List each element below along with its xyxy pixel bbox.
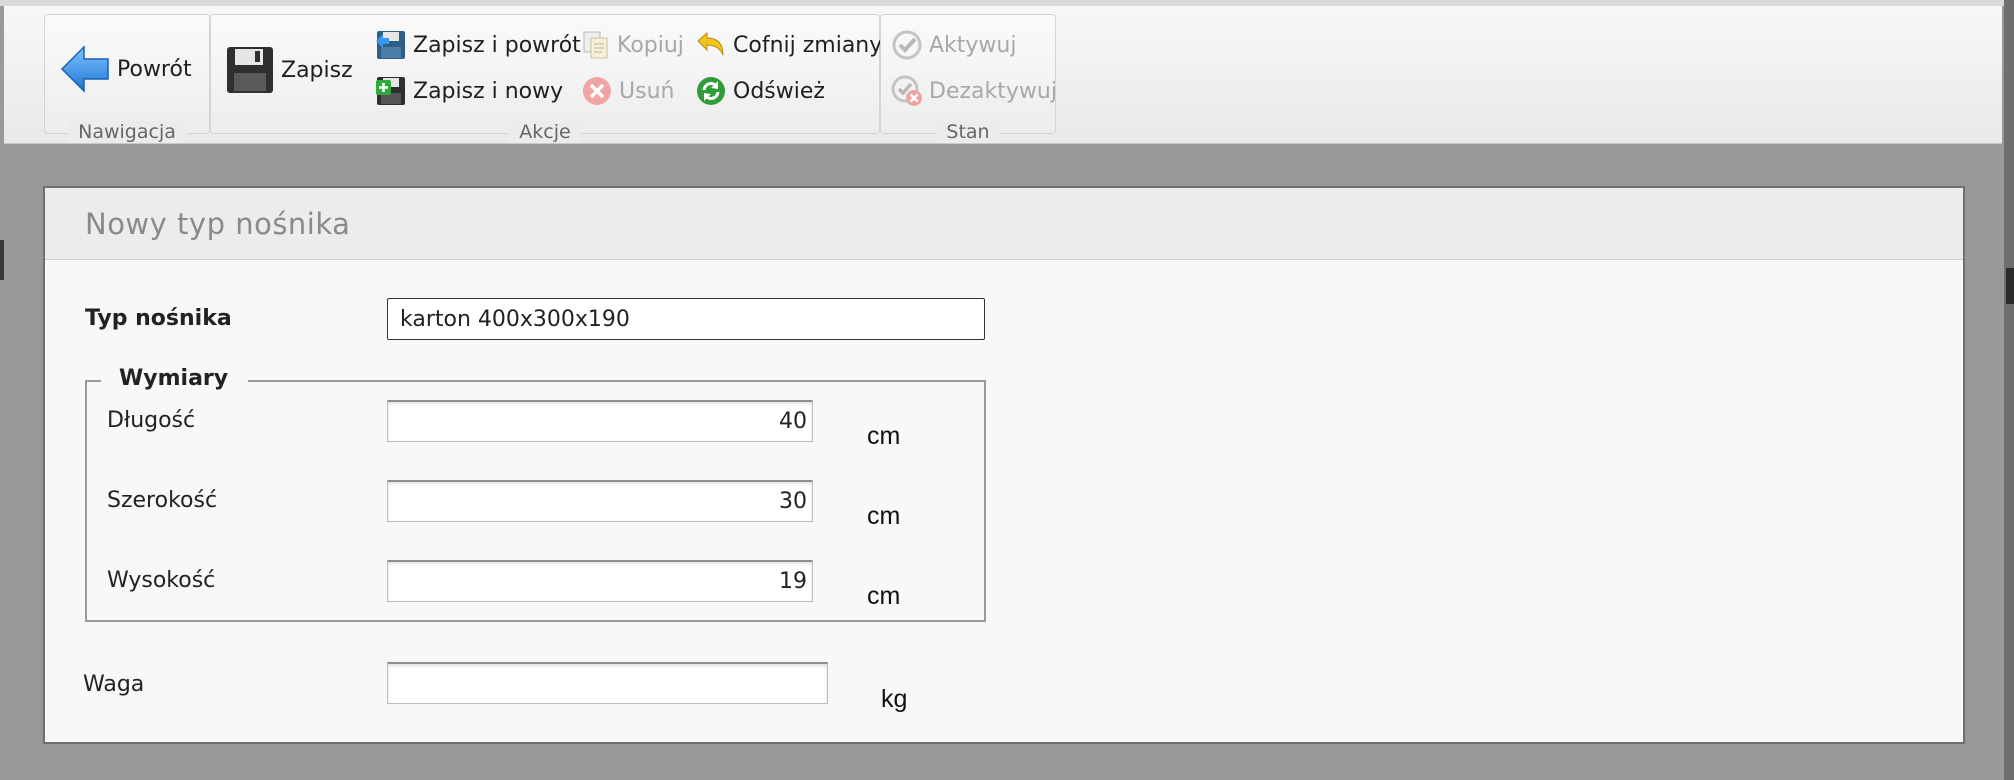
save-button-label: Zapisz	[281, 57, 353, 83]
back-arrow-icon	[60, 45, 109, 93]
ribbon-group-navigation: Powrót Nawigacja	[44, 14, 210, 143]
floppy-disk-icon	[227, 47, 273, 93]
save-and-new-button[interactable]: Zapisz i nowy	[375, 75, 563, 107]
background-mark	[0, 240, 4, 280]
ribbon-group-state: Aktywuj Dezaktywuj Stan	[880, 14, 1057, 143]
activate-label: Aktywuj	[929, 32, 1017, 58]
activate-icon	[892, 30, 922, 60]
save-and-new-label: Zapisz i nowy	[413, 78, 564, 104]
back-button[interactable]: Powrót	[59, 43, 192, 95]
save-and-back-icon	[376, 31, 405, 59]
weight-label: Waga	[83, 672, 145, 697]
deactivate-button[interactable]: Dezaktywuj	[891, 75, 1057, 107]
save-and-back-label: Zapisz i powrót	[413, 32, 581, 58]
save-button[interactable]: Zapisz	[225, 45, 353, 95]
save-and-new-icon	[376, 77, 405, 105]
dimensions-legend: Wymiary	[101, 366, 249, 391]
copy-button[interactable]: Kopiuj	[581, 29, 684, 61]
copy-label: Kopiuj	[617, 32, 684, 58]
carrier-type-label: Typ nośnika	[85, 306, 232, 331]
form-panel: Nowy typ nośnika Typ nośnika karton 400x…	[43, 186, 1965, 744]
delete-button[interactable]: Usuń	[581, 75, 674, 107]
undo-icon	[697, 31, 724, 56]
delete-icon	[583, 77, 611, 105]
weight-unit: kg	[881, 685, 908, 713]
deactivate-icon	[891, 75, 922, 106]
undo-changes-button[interactable]: Cofnij zmiany	[695, 29, 882, 61]
height-label: Wysokość	[107, 568, 216, 593]
length-input[interactable]: 40	[387, 400, 813, 442]
activate-button[interactable]: Aktywuj	[891, 29, 1016, 61]
height-unit: cm	[867, 582, 901, 610]
length-label: Długość	[107, 408, 196, 433]
group-label-navigation: Nawigacja	[45, 121, 209, 143]
refresh-icon	[697, 77, 725, 105]
group-label-state: Stan	[881, 121, 1055, 143]
delete-label: Usuń	[619, 78, 675, 104]
undo-changes-label: Cofnij zmiany	[733, 32, 883, 58]
panel-header: Nowy typ nośnika	[45, 188, 1963, 260]
back-button-label: Powrót	[117, 56, 192, 82]
ribbon-toolbar: Powrót Nawigacja Zapisz Zapisz i powrót	[4, 6, 2002, 144]
weight-input[interactable]	[387, 662, 828, 704]
width-input[interactable]: 30	[387, 480, 813, 522]
ribbon-group-actions: Zapisz Zapisz i powrót Zapisz i nowy Kop…	[210, 14, 882, 143]
page-title: Nowy typ nośnika	[85, 206, 351, 241]
background-mark	[2006, 268, 2014, 304]
copy-icon	[583, 31, 608, 59]
carrier-type-input[interactable]: karton 400x300x190	[387, 298, 985, 340]
width-label: Szerokość	[107, 488, 218, 513]
dimensions-fieldset: Wymiary Długość 40 cm Szerokość 30 cm Wy…	[85, 366, 986, 622]
width-unit: cm	[867, 502, 901, 530]
save-and-back-button[interactable]: Zapisz i powrót	[375, 29, 581, 61]
height-input[interactable]: 19	[387, 560, 813, 602]
refresh-button[interactable]: Odśwież	[695, 75, 825, 107]
refresh-label: Odśwież	[733, 78, 825, 104]
deactivate-label: Dezaktywuj	[929, 78, 1057, 104]
background-edge	[2004, 0, 2014, 780]
length-unit: cm	[867, 422, 901, 450]
group-label-actions: Akcje	[211, 121, 879, 143]
